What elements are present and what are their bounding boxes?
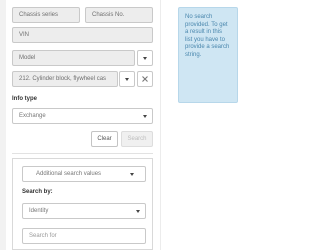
chevron-down-icon xyxy=(143,115,147,118)
model-dropdown-button[interactable] xyxy=(137,50,153,66)
component-select[interactable]: 212. Cylinder block, flywheel cas xyxy=(12,71,118,87)
column-divider xyxy=(160,0,161,250)
chassis-series-field[interactable]: Chassis series xyxy=(12,7,80,23)
chassis-no-field[interactable]: Chassis No. xyxy=(85,7,153,23)
model-select[interactable]: Model xyxy=(12,50,135,66)
chevron-down-icon xyxy=(136,210,140,213)
info-type-label: Info type xyxy=(12,96,37,102)
search-by-value: Identity xyxy=(29,208,49,214)
info-type-select[interactable]: Exchange xyxy=(12,108,153,124)
additional-search-toggle[interactable]: Additional search values xyxy=(22,166,146,182)
search-button[interactable]: Search xyxy=(121,131,153,147)
clear-component-button[interactable] xyxy=(137,71,153,87)
left-strip xyxy=(0,0,6,250)
clear-button[interactable]: Clear xyxy=(91,131,118,147)
close-icon xyxy=(142,76,148,82)
chevron-down-icon xyxy=(130,173,134,176)
additional-search-panel: Additional search values Search by: Iden… xyxy=(12,158,153,250)
component-dropdown-button[interactable] xyxy=(119,71,135,87)
additional-search-label: Additional search values xyxy=(36,171,102,177)
chevron-down-icon xyxy=(143,57,147,60)
chevron-down-icon xyxy=(125,78,129,81)
info-message-box: No search provided. To get a result in t… xyxy=(178,7,238,103)
vin-field[interactable]: VIN xyxy=(12,27,153,43)
info-message-text: No search provided. To get a result in t… xyxy=(185,14,230,58)
search-by-select[interactable]: Identity xyxy=(22,203,146,219)
component-select-value: 212. Cylinder block, flywheel cas xyxy=(19,76,107,82)
section-divider xyxy=(12,153,153,154)
search-for-input[interactable]: Search for xyxy=(22,228,146,244)
info-type-value: Exchange xyxy=(19,113,46,119)
model-select-value: Model xyxy=(19,55,36,61)
search-by-label: Search by: xyxy=(22,189,53,195)
